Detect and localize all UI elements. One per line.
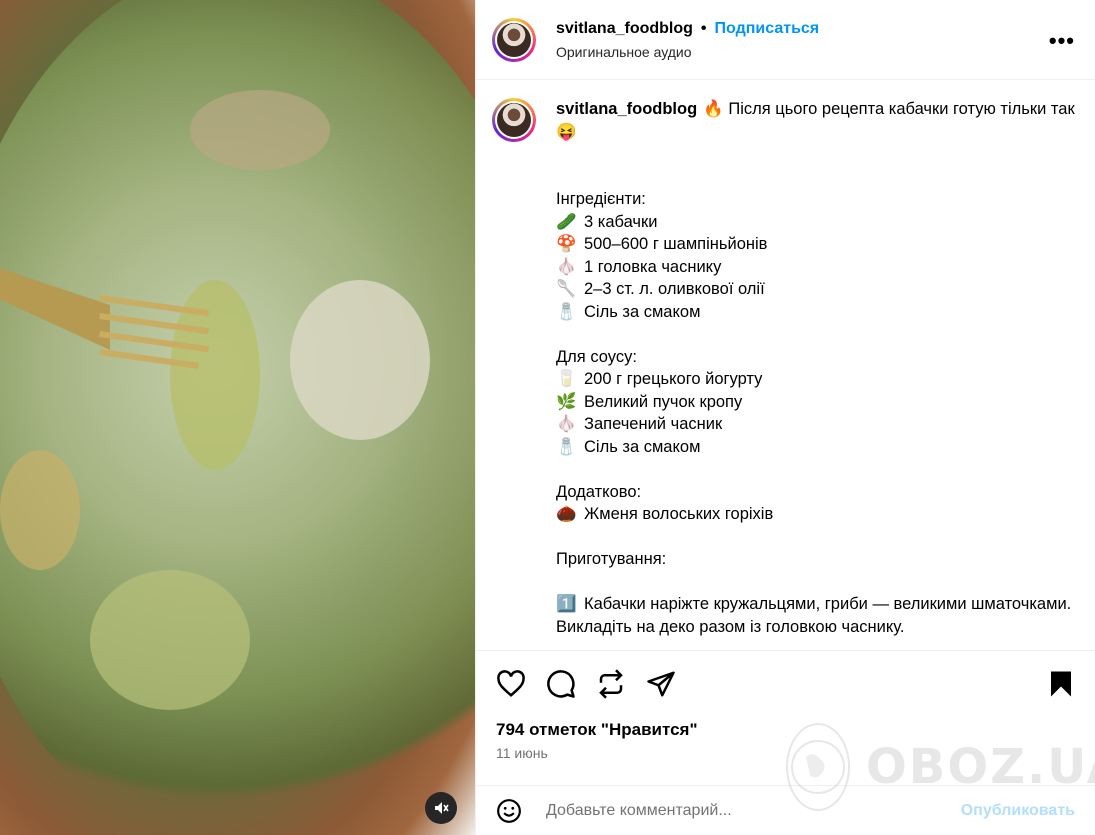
sauce-heading: Для соусу:: [556, 347, 637, 366]
item-emoji: 🧂: [556, 302, 577, 321]
tongue-emoji: 😝: [556, 122, 577, 141]
sauce-list: 🥛 200 г грецького йогурту 🌿 Великий пучок к…: [556, 368, 1076, 458]
food-zucchini: [0, 450, 80, 570]
item-text: 3 кабачки: [584, 212, 658, 231]
avatar[interactable]: [492, 98, 536, 142]
action-bar: [476, 650, 1095, 715]
share-icon[interactable]: [646, 669, 676, 699]
watermark: OBOZ.UA: [786, 722, 1095, 812]
list-item: 🥄 2–3 ст. л. оливкової олії: [556, 278, 1076, 301]
globe-icon: [786, 723, 850, 811]
heart-icon[interactable]: [496, 669, 526, 699]
speaker-muted-icon: [435, 802, 449, 814]
item-emoji: 1️⃣: [556, 595, 577, 613]
list-item: 🌰 Жменя волоських горіхів: [556, 503, 1076, 526]
step-item: 1️⃣ Кабачки наріжте кружальцями, гриби — …: [556, 593, 1076, 638]
author-username[interactable]: svitlana_foodblog: [556, 20, 693, 38]
likes-count[interactable]: 794 отметок "Нравится": [496, 720, 698, 740]
item-emoji: 🧄: [556, 257, 577, 276]
list-item: 🍄 500–600 г шампіньйонів: [556, 233, 1076, 256]
item-text: 500–600 г шампіньйонів: [584, 235, 768, 253]
caption-text: svitlana_foodblog 🔥 Після цього рецепта к…: [556, 98, 1076, 650]
post-header: svitlana_foodblog • Подписаться Оригинал…: [476, 0, 1095, 80]
post-media[interactable]: [0, 0, 475, 835]
audio-label[interactable]: Оригинальное аудио: [556, 44, 819, 60]
post-sidebar: svitlana_foodblog • Подписаться Оригинал…: [475, 0, 1095, 835]
food-zucchini: [90, 570, 250, 710]
list-item: 🧄 1 головка часнику: [556, 256, 1076, 279]
item-emoji: 🥛: [556, 370, 577, 388]
list-item: 🥛 200 г грецького йогурту: [556, 368, 1076, 391]
item-text: Сіль за смаком: [584, 302, 701, 321]
item-text: 200 г грецького йогурту: [584, 370, 763, 388]
item-text: Запечений часник: [584, 415, 723, 433]
steps-list: 1️⃣ Кабачки наріжте кружальцями, гриби — …: [556, 593, 1076, 650]
item-emoji: 🍄: [556, 235, 577, 253]
item-emoji: 🥒: [556, 212, 577, 231]
food-mushroom: [190, 90, 330, 170]
item-text: Жменя волоських горіхів: [584, 505, 774, 523]
item-emoji: 🧄: [556, 415, 577, 433]
list-item: 🧂 Сіль за смаком: [556, 436, 1076, 459]
item-emoji: 🥄: [556, 280, 577, 298]
list-item: 🥒 3 кабачки: [556, 211, 1076, 234]
mute-button[interactable]: [425, 792, 457, 824]
post-date[interactable]: 11 июнь: [496, 745, 548, 761]
item-text: Сіль за смаком: [584, 437, 701, 456]
emoji-icon[interactable]: [496, 798, 522, 824]
food-mushroom: [290, 280, 430, 440]
list-item: 🧂 Сіль за смаком: [556, 301, 1076, 324]
caption-intro: Після цього рецепта кабачки готую тільки…: [728, 100, 1075, 118]
extra-list: 🌰 Жменя волоських горіхів: [556, 503, 1076, 526]
ingredients-list: 🥒 3 кабачки 🍄 500–600 г шампіньйонів 🧄 1 голо…: [556, 211, 1076, 324]
avatar[interactable]: [492, 17, 536, 62]
list-item: 🌿 Великий пучок кропу: [556, 391, 1076, 414]
separator-dot: •: [700, 19, 707, 37]
ingredients-heading: Інгредієнти:: [556, 190, 646, 208]
caption-username[interactable]: svitlana_foodblog: [556, 100, 697, 118]
item-emoji: 🌿: [556, 392, 577, 411]
fork-image: [0, 268, 209, 369]
extra-heading: Додатково:: [556, 482, 642, 501]
bookmark-icon[interactable]: [1046, 669, 1076, 699]
item-text: 2–3 ст. л. оливкової олії: [584, 280, 765, 298]
item-text: Великий пучок кропу: [584, 392, 743, 411]
more-options-icon[interactable]: •••: [1049, 28, 1075, 54]
prep-heading: Приготування:: [556, 550, 667, 568]
item-text: 1 головка часнику: [584, 257, 722, 276]
fire-emoji: 🔥: [703, 100, 724, 118]
item-emoji: 🌰: [556, 505, 577, 523]
comment-icon[interactable]: [546, 669, 576, 699]
caption-area[interactable]: svitlana_foodblog 🔥 Після цього рецепта к…: [476, 80, 1095, 650]
item-text: Кабачки наріжте кружальцями, гриби — вел…: [556, 595, 1072, 636]
follow-button[interactable]: Подписаться: [715, 20, 820, 38]
item-emoji: 🧂: [556, 437, 577, 456]
watermark-text: OBOZ.UA: [866, 739, 1095, 795]
list-item: 🧄 Запечений часник: [556, 413, 1076, 436]
repost-icon[interactable]: [596, 669, 626, 699]
